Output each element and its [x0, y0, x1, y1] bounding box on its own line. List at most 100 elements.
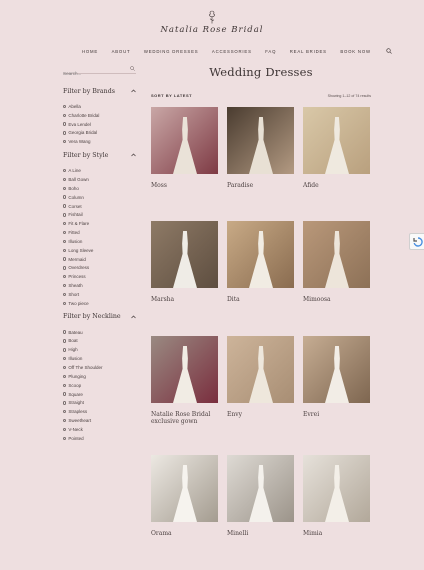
filter-option-pointed[interactable]: Pointed — [63, 434, 136, 443]
chevron-up-icon[interactable] — [131, 89, 136, 93]
filter-option-sweetheart[interactable]: Sweetheart — [63, 416, 136, 425]
filter-option-georgia-bridal[interactable]: Georgia Bridal — [63, 129, 136, 138]
nav-faq[interactable]: FAQ — [265, 49, 276, 54]
product-name[interactable]: Orama — [151, 530, 218, 537]
nav-accessories[interactable]: ACCESSORIES — [212, 49, 252, 54]
filter-checkbox[interactable] — [63, 339, 67, 343]
filter-checkbox[interactable] — [63, 401, 67, 405]
filter-checkbox[interactable] — [63, 230, 67, 235]
filter-header[interactable]: Filter by Neckline — [63, 310, 136, 324]
product-card[interactable]: Paradise — [227, 107, 294, 189]
product-image[interactable] — [151, 455, 218, 522]
search-icon[interactable] — [386, 48, 393, 54]
filter-checkbox[interactable] — [63, 301, 67, 305]
filter-option-vera-wang[interactable]: Vera Wang — [63, 137, 136, 146]
nav-about[interactable]: ABOUT — [112, 49, 131, 54]
product-name[interactable]: Marsha — [151, 296, 218, 303]
filter-checkbox[interactable] — [63, 186, 67, 191]
filter-checkbox[interactable] — [63, 348, 67, 352]
sort-dropdown[interactable]: SORT BY LATEST — [151, 93, 192, 98]
filter-header[interactable]: Filter by Style — [63, 148, 136, 162]
filter-checkbox[interactable] — [63, 239, 67, 244]
filter-option-plunging[interactable]: Plunging — [63, 372, 136, 381]
filter-checkbox[interactable] — [63, 266, 67, 270]
filter-option-illusion[interactable]: Illusion — [63, 237, 136, 246]
product-name[interactable]: Moss — [151, 182, 218, 189]
product-name[interactable]: Afide — [303, 182, 370, 189]
filter-option-a-line[interactable]: A Line — [63, 166, 136, 175]
product-card[interactable]: Mimoosa — [303, 221, 370, 303]
nav-real-brides[interactable]: REAL BRIDES — [290, 49, 327, 54]
recaptcha-badge[interactable] — [409, 233, 424, 250]
filter-checkbox[interactable] — [63, 410, 67, 414]
filter-checkbox[interactable] — [63, 177, 67, 182]
product-name[interactable]: Dita — [227, 296, 294, 303]
filter-checkbox[interactable] — [63, 204, 67, 208]
filter-checkbox[interactable] — [63, 104, 67, 109]
product-image[interactable] — [227, 107, 294, 174]
filter-checkbox[interactable] — [63, 275, 67, 279]
filter-option-short[interactable]: Short — [63, 290, 136, 299]
product-image[interactable] — [151, 336, 218, 403]
filter-checkbox[interactable] — [63, 195, 67, 199]
nav-book-now[interactable]: BOOK NOW — [340, 49, 371, 54]
filter-option-sheath[interactable]: Sheath — [63, 281, 136, 290]
product-name[interactable]: Evrei — [303, 411, 370, 418]
product-card[interactable]: Dita — [227, 221, 294, 303]
product-image[interactable] — [151, 107, 218, 174]
product-name[interactable]: Natalie Rose Bridal exclusive gown — [151, 411, 218, 425]
filter-option-mermaid[interactable]: Mermaid — [63, 255, 136, 264]
filter-checkbox[interactable] — [63, 356, 67, 361]
filter-option-fit-and-flare[interactable]: Fit & Flare — [63, 219, 136, 228]
filter-checkbox[interactable] — [63, 257, 67, 261]
filter-option-fitted[interactable]: Fitted — [63, 228, 136, 237]
filter-checkbox[interactable] — [63, 213, 67, 217]
product-card[interactable]: Afide — [303, 107, 370, 189]
product-card[interactable]: Marsha — [151, 221, 218, 303]
product-card[interactable]: Mimia — [303, 455, 370, 537]
filter-checkbox[interactable] — [63, 383, 67, 387]
filter-option-high[interactable]: High — [63, 345, 136, 354]
product-image[interactable] — [303, 455, 370, 522]
filter-option-princess[interactable]: Princess — [63, 272, 136, 281]
product-image[interactable] — [227, 336, 294, 403]
filter-option-square[interactable]: Square — [63, 390, 136, 399]
filter-option-ball-gown[interactable]: Ball Gown — [63, 175, 136, 184]
product-name[interactable]: Mimoosa — [303, 296, 370, 303]
product-image[interactable] — [227, 221, 294, 288]
filter-option-scoop[interactable]: Scoop — [63, 381, 136, 390]
filter-option-boho[interactable]: Boho — [63, 184, 136, 193]
filter-option-two-piece[interactable]: Two piece — [63, 299, 136, 308]
filter-checkbox[interactable] — [63, 140, 67, 144]
product-card[interactable]: Envy — [227, 336, 294, 418]
filter-checkbox[interactable] — [63, 427, 67, 432]
product-image[interactable] — [151, 221, 218, 288]
product-name[interactable]: Mimia — [303, 530, 370, 537]
filter-option-eva-lendel[interactable]: Eva Lendel — [63, 120, 136, 129]
site-logo[interactable]: Natalia Rose Bridal — [0, 10, 424, 35]
product-name[interactable]: Minelli — [227, 530, 294, 537]
product-card[interactable]: Moss — [151, 107, 218, 189]
filter-option-long-sleeve[interactable]: Long Sleeve — [63, 246, 136, 255]
filter-checkbox[interactable] — [63, 222, 67, 226]
filter-option-fishtail[interactable]: Fishtail — [63, 210, 136, 219]
filter-checkbox[interactable] — [63, 374, 67, 379]
product-image[interactable] — [303, 221, 370, 288]
filter-checkbox[interactable] — [63, 365, 67, 370]
filter-checkbox[interactable] — [63, 131, 67, 135]
nav-wedding-dresses[interactable]: WEDDING DRESSES — [144, 49, 199, 54]
filter-option-straight[interactable]: Straight — [63, 398, 136, 407]
filter-checkbox[interactable] — [63, 248, 67, 252]
filter-header[interactable]: Filter by Brands — [63, 84, 136, 98]
filter-checkbox[interactable] — [63, 418, 67, 423]
filter-checkbox[interactable] — [63, 113, 67, 117]
filter-checkbox[interactable] — [63, 330, 67, 334]
filter-checkbox[interactable] — [63, 283, 67, 288]
nav-home[interactable]: HOME — [82, 49, 98, 54]
filter-checkbox[interactable] — [63, 292, 67, 297]
product-name[interactable]: Envy — [227, 411, 294, 418]
filter-option-overdress[interactable]: Overdress — [63, 264, 136, 273]
filter-checkbox[interactable] — [63, 392, 67, 396]
filter-option-bateau[interactable]: Bateau — [63, 328, 136, 337]
product-card[interactable]: Minelli — [227, 455, 294, 537]
